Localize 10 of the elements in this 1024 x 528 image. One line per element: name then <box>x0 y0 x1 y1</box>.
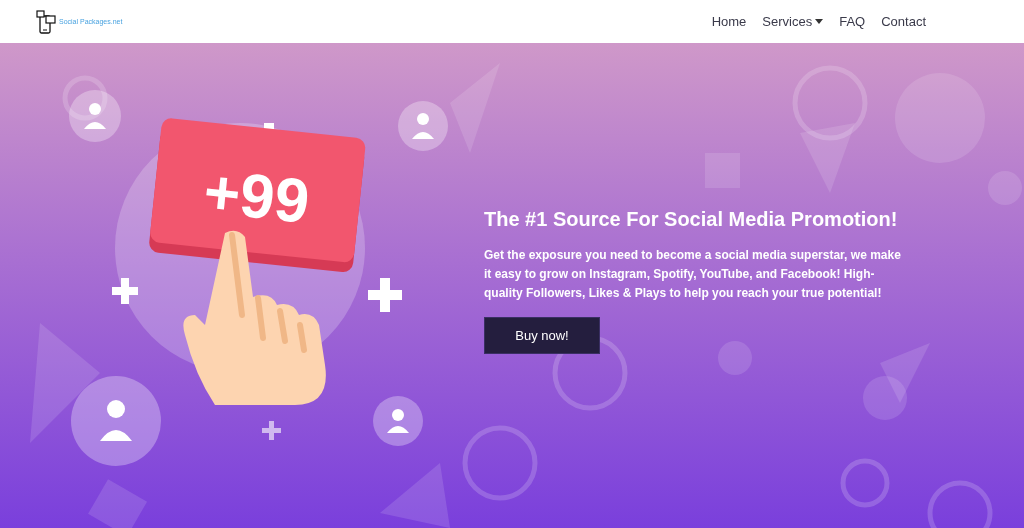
nav-link[interactable]: Home <box>707 10 751 33</box>
buy-button[interactable]: Buy now! <box>484 317 600 354</box>
logo-icon <box>36 9 58 34</box>
hero-text: Get the exposure you need to become a social media superstar, we make it easy to grow on Instagram, Spotify, YouTube, and Facebook! High-quality Followers, Likes & Plays to help you reach your true potential! <box>484 247 902 302</box>
nav-link[interactable]: FAQ <box>835 10 870 33</box>
badge-text: +99 <box>200 156 313 236</box>
nav-link[interactable]: Contact <box>877 10 930 33</box>
nav-dropdown[interactable]: Services <box>758 10 828 33</box>
caret-icon <box>815 19 824 24</box>
hero-title: The #1 Source For Social Media Promotion! <box>484 207 899 232</box>
